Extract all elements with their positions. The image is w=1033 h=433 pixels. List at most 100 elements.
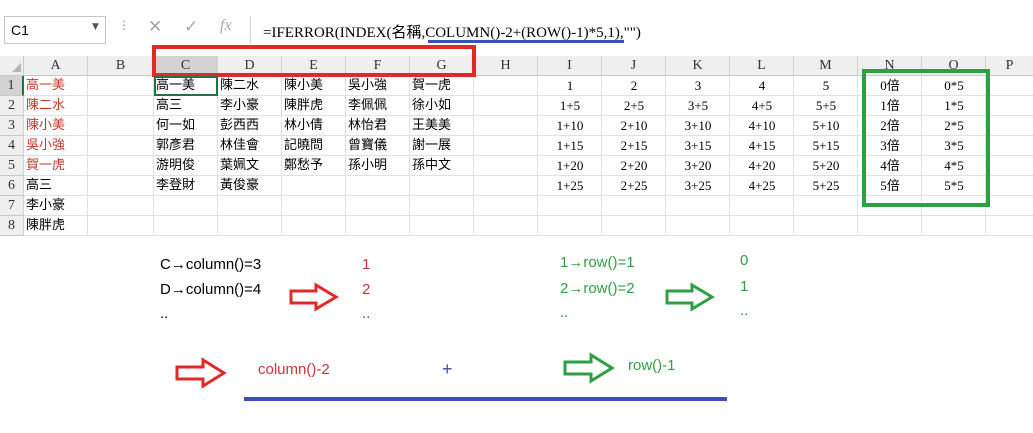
cell-k1[interactable]: 3 (666, 76, 730, 96)
grid-cell[interactable] (88, 216, 154, 236)
cell-k4[interactable]: 3+15 (666, 136, 730, 156)
grid-cell[interactable] (986, 96, 1033, 116)
cell-d4[interactable]: 林佳會 (218, 136, 282, 156)
cell-l1[interactable]: 4 (730, 76, 794, 96)
cell-c4[interactable]: 郭彥君 (154, 136, 218, 156)
grid-cell[interactable] (88, 176, 154, 196)
grid-cell[interactable] (88, 156, 154, 176)
cell-g4[interactable]: 謝一展 (410, 136, 474, 156)
row-header-7[interactable]: 7 (0, 196, 24, 216)
close-icon[interactable]: ✕ (148, 17, 162, 37)
cell-k2[interactable]: 3+5 (666, 96, 730, 116)
cell-m5[interactable]: 5+20 (794, 156, 858, 176)
row-header-8[interactable]: 8 (0, 216, 24, 236)
cell-e4[interactable]: 記曉問 (282, 136, 346, 156)
cell-j4[interactable]: 2+15 (602, 136, 666, 156)
cell-i6[interactable]: 1+25 (538, 176, 602, 196)
row-header-6[interactable]: 6 (0, 176, 24, 196)
column-header-l[interactable]: L (730, 56, 794, 76)
cell-d1[interactable]: 陳二水 (218, 76, 282, 96)
grid-cell[interactable] (794, 216, 858, 236)
grid-cell[interactable] (474, 96, 538, 116)
column-header-p[interactable]: P (986, 56, 1033, 76)
grid-cell[interactable] (154, 196, 218, 216)
cell-f2[interactable]: 李佩佩 (346, 96, 410, 116)
cell-g5[interactable]: 孫中文 (410, 156, 474, 176)
grid-cell[interactable] (538, 216, 602, 236)
cell-a6[interactable]: 高三 (24, 176, 88, 196)
grid-cell[interactable] (474, 176, 538, 196)
cell-a8[interactable]: 陳胖虎 (24, 216, 88, 236)
cell-e2[interactable]: 陳胖虎 (282, 96, 346, 116)
grid-cell[interactable] (154, 216, 218, 236)
grid-cell[interactable] (346, 196, 410, 216)
chevron-down-icon[interactable]: ▼ (92, 22, 99, 32)
grid-cell[interactable] (474, 156, 538, 176)
cell-a5[interactable]: 賀一虎 (24, 156, 88, 176)
grid-cell[interactable] (474, 216, 538, 236)
cell-d2[interactable]: 李小豪 (218, 96, 282, 116)
cell-i1[interactable]: 1 (538, 76, 602, 96)
grid-cell[interactable] (474, 116, 538, 136)
cell-f6[interactable] (346, 176, 410, 196)
cell-e5[interactable]: 鄭愁予 (282, 156, 346, 176)
cell-d3[interactable]: 彭西西 (218, 116, 282, 136)
grid-cell[interactable] (218, 216, 282, 236)
cell-m4[interactable]: 5+15 (794, 136, 858, 156)
cell-l4[interactable]: 4+15 (730, 136, 794, 156)
select-all-triangle-icon[interactable] (12, 63, 21, 72)
cell-m6[interactable]: 5+25 (794, 176, 858, 196)
cell-e6[interactable] (282, 176, 346, 196)
grid-cell[interactable] (730, 216, 794, 236)
name-box[interactable]: C1 (4, 16, 106, 44)
grid-cell[interactable] (88, 96, 154, 116)
formula-input[interactable]: =IFERROR(INDEX(名稱,COLUMN()-2+(ROW()-1)*5… (250, 16, 1033, 44)
grid-cell[interactable] (88, 196, 154, 216)
cell-d5[interactable]: 葉姵文 (218, 156, 282, 176)
grid-cell[interactable] (88, 116, 154, 136)
grid-cell[interactable] (474, 136, 538, 156)
grid-cell[interactable] (346, 216, 410, 236)
grid-cell[interactable] (986, 176, 1033, 196)
cell-a4[interactable]: 吳小強 (24, 136, 88, 156)
cell-f5[interactable]: 孫小明 (346, 156, 410, 176)
cell-j5[interactable]: 2+20 (602, 156, 666, 176)
cell-j3[interactable]: 2+10 (602, 116, 666, 136)
check-icon[interactable]: ✓ (184, 17, 198, 37)
cell-e3[interactable]: 林小倩 (282, 116, 346, 136)
cell-c3[interactable]: 何一如 (154, 116, 218, 136)
cell-i3[interactable]: 1+10 (538, 116, 602, 136)
column-header-m[interactable]: M (794, 56, 858, 76)
cell-a1[interactable]: 高一美 (24, 76, 88, 96)
cell-c2[interactable]: 高三 (154, 96, 218, 116)
cell-c6[interactable]: 李登財 (154, 176, 218, 196)
cell-f4[interactable]: 曾寶儀 (346, 136, 410, 156)
cell-l2[interactable]: 4+5 (730, 96, 794, 116)
cell-g6[interactable] (410, 176, 474, 196)
cell-d6[interactable]: 黃俊豪 (218, 176, 282, 196)
cell-c5[interactable]: 游明俊 (154, 156, 218, 176)
cell-l3[interactable]: 4+10 (730, 116, 794, 136)
grid-cell[interactable] (602, 196, 666, 216)
cell-k3[interactable]: 3+10 (666, 116, 730, 136)
row-header-4[interactable]: 4 (0, 136, 24, 156)
cell-g3[interactable]: 王美美 (410, 116, 474, 136)
grid-cell[interactable] (922, 216, 986, 236)
grid-cell[interactable] (282, 216, 346, 236)
cell-i2[interactable]: 1+5 (538, 96, 602, 116)
grid-cell[interactable] (88, 136, 154, 156)
grid-cell[interactable] (986, 116, 1033, 136)
cell-e1[interactable]: 陳小美 (282, 76, 346, 96)
cell-j1[interactable]: 2 (602, 76, 666, 96)
cell-m3[interactable]: 5+10 (794, 116, 858, 136)
grid-cell[interactable] (474, 196, 538, 216)
cell-f3[interactable]: 林怡君 (346, 116, 410, 136)
grid-cell[interactable] (410, 196, 474, 216)
column-header-k[interactable]: K (666, 56, 730, 76)
column-header-b[interactable]: B (88, 56, 154, 76)
cell-m1[interactable]: 5 (794, 76, 858, 96)
grid-cell[interactable] (218, 196, 282, 216)
grid-cell[interactable] (986, 196, 1033, 216)
grid-cell[interactable] (986, 136, 1033, 156)
cell-j2[interactable]: 2+5 (602, 96, 666, 116)
